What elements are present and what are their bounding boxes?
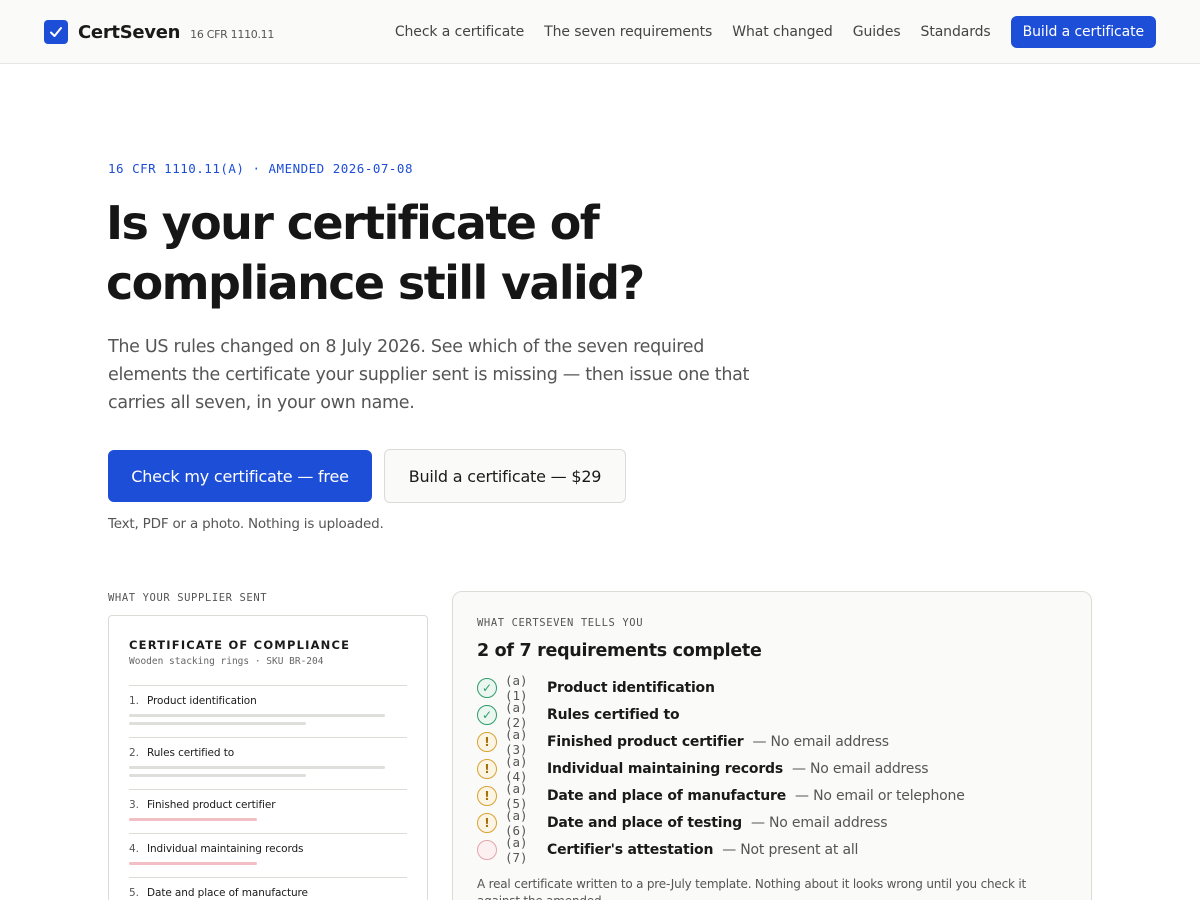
filled-field-line [129, 774, 306, 777]
filled-field-line [129, 722, 306, 725]
requirement-name: Date and place of manufacture [547, 787, 787, 804]
certseven-result-card: WHAT CERTSEVEN TELLS YOU 2 of 7 requirem… [452, 591, 1092, 900]
requirement-row: ! (a)(6) Date and place of testing — No ema… [477, 807, 1067, 838]
requirement-code: (a)(2) [505, 699, 528, 730]
doc-field-number: 1. [129, 695, 139, 707]
brand-regulation-tag: 16 CFR 1110.11 [190, 27, 275, 41]
exclamation-icon: ! [477, 758, 497, 779]
filled-field-line [129, 714, 385, 717]
nav-standards[interactable]: Standards [921, 24, 991, 40]
check-icon: ✓ [477, 704, 497, 725]
doc-field-label: Individual maintaining records [147, 843, 304, 855]
requirement-note: — No email address [791, 760, 929, 777]
supplier-section-label: WHAT YOUR SUPPLIER SENT [108, 592, 268, 604]
requirement-name: Date and place of testing [547, 814, 742, 831]
requirement-name: Rules certified to [547, 706, 680, 723]
doc-field-label: Product identification [147, 695, 257, 707]
requirement-name: Finished product certifier [547, 733, 744, 750]
doc-field-label: Finished product certifier [147, 799, 276, 811]
requirement-code: (a)(1) [505, 672, 528, 703]
doc-field: 3. Finished product certifier [129, 789, 407, 833]
doc-field-number: 4. [129, 843, 139, 855]
doc-field: 5. Date and place of manufacture [129, 877, 407, 900]
result-summary: 2 of 7 requirements complete [477, 641, 762, 661]
top-bar: CertSeven 16 CFR 1110.11 Check a certifi… [0, 0, 1200, 64]
requirement-row: ! (a)(4) Individual maintaining records — N… [477, 753, 1067, 784]
requirement-name: Product identification [547, 679, 715, 696]
doc-field: 4. Individual maintaining records [129, 833, 407, 877]
requirement-row: (a)(7) Certifier's attestation — Not prese… [477, 834, 1067, 865]
requirement-code: (a)(5) [505, 780, 528, 811]
result-section-label: WHAT CERTSEVEN TELLS YOU [477, 617, 644, 629]
exclamation-icon: ! [477, 731, 497, 752]
page-title: Is your certificate of compliance still … [106, 196, 645, 310]
missing-field-line [129, 862, 257, 865]
doc-field-label: Date and place of manufacture [147, 887, 308, 899]
upload-hint: Text, PDF or a photo. Nothing is uploade… [108, 516, 384, 532]
requirement-code: (a)(7) [505, 834, 528, 865]
filled-field-line [129, 766, 385, 769]
doc-field: 2. Rules certified to [129, 737, 407, 789]
check-certificate-button[interactable]: Check my certificate — free [108, 450, 372, 502]
empty-circle-icon [477, 839, 497, 860]
doc-field-number: 2. [129, 747, 139, 759]
hero-lede: The US rules changed on 8 July 2026. See… [108, 337, 750, 413]
doc-field-number: 5. [129, 887, 139, 899]
requirement-row: ! (a)(5) Date and place of manufacture — No… [477, 780, 1067, 811]
requirement-name: Individual maintaining records [547, 760, 783, 777]
supplier-certificate-preview: CERTIFICATE OF COMPLIANCE Wooden stackin… [108, 615, 428, 900]
requirement-list: ✓ (a)(1) Product identification ✓ (a)(2) Rule… [477, 672, 1067, 865]
doc-field-head: 2. Rules certified to [129, 747, 407, 759]
requirement-note: — Not present at all [722, 841, 859, 858]
requirement-note: — No email address [750, 814, 888, 831]
requirement-row: ✓ (a)(1) Product identification [477, 672, 1067, 703]
nav-seven-requirements[interactable]: The seven requirements [544, 24, 712, 40]
doc-field-head: 5. Date and place of manufacture [129, 887, 407, 899]
requirement-code: (a)(6) [505, 807, 528, 838]
nav-guides[interactable]: Guides [853, 24, 901, 40]
main-nav: Check a certificate The seven requiremen… [375, 16, 1156, 48]
requirement-note: — No email or telephone [795, 787, 965, 804]
doc-field-head: 3. Finished product certifier [129, 799, 407, 811]
build-certificate-paid-button[interactable]: Build a certificate — $29 [384, 449, 626, 503]
brand-name: CertSeven [78, 21, 181, 43]
requirement-row: ! (a)(3) Finished product certifier — No em… [477, 726, 1067, 757]
doc-subtitle: Wooden stacking rings · SKU BR-204 [129, 656, 324, 667]
doc-field-label: Rules certified to [147, 747, 235, 759]
hero-kicker: 16 CFR 1110.11(A) · AMENDED 2026-07-08 [108, 161, 413, 176]
doc-title: CERTIFICATE OF COMPLIANCE [129, 638, 351, 652]
doc-field-head: 4. Individual maintaining records [129, 843, 407, 855]
exclamation-icon: ! [477, 785, 497, 806]
exclamation-icon: ! [477, 812, 497, 833]
brand[interactable]: CertSeven 16 CFR 1110.11 [44, 20, 274, 44]
build-certificate-button[interactable]: Build a certificate [1010, 16, 1156, 48]
doc-field-list: 1. Product identification 2. Rules certifie… [129, 685, 407, 900]
check-icon: ✓ [477, 677, 497, 698]
requirement-code: (a)(4) [505, 753, 528, 784]
requirement-name: Certifier's attestation [547, 841, 714, 858]
nav-what-changed[interactable]: What changed [732, 24, 833, 40]
doc-field-number: 3. [129, 799, 139, 811]
missing-field-line [129, 818, 257, 821]
doc-field-head: 1. Product identification [129, 695, 407, 707]
check-badge-icon [44, 20, 68, 44]
requirement-row: ✓ (a)(2) Rules certified to [477, 699, 1067, 730]
requirement-code: (a)(3) [505, 726, 528, 757]
nav-check-certificate[interactable]: Check a certificate [395, 24, 524, 40]
result-footnote: A real certificate written to a pre-July… [477, 877, 1026, 900]
doc-field: 1. Product identification [129, 685, 407, 737]
requirement-note: — No email address [752, 733, 890, 750]
